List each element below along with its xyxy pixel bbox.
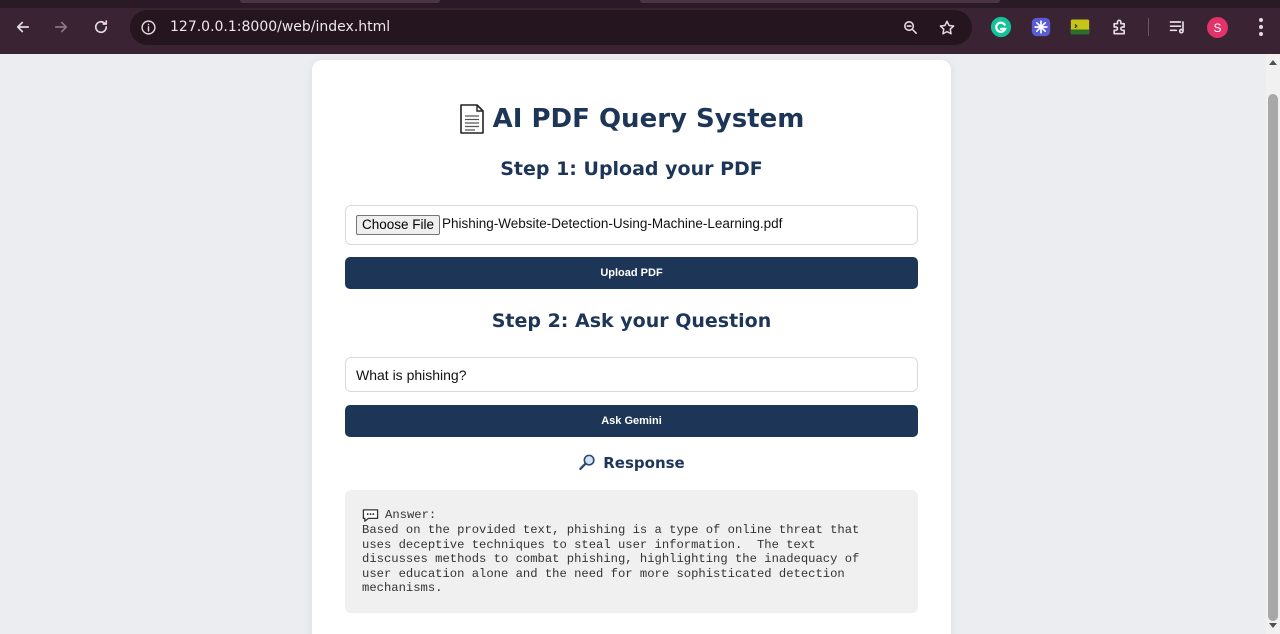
extensions-puzzle-icon[interactable] [1109,16,1131,38]
bookmark-star-icon[interactable] [936,17,957,38]
toolbar-separator [1148,18,1149,36]
ask-gemini-button[interactable]: Ask Gemini [345,405,918,437]
reload-button[interactable] [88,14,114,40]
extension-icon[interactable] [1030,16,1052,38]
main-card: AI PDF Query System Step 1: Upload your … [312,60,951,634]
tab[interactable] [640,0,1000,3]
step2-heading: Step 2: Ask your Question [491,310,772,332]
forward-button[interactable] [48,14,74,40]
avatar[interactable]: S [1207,17,1228,38]
tab[interactable] [240,0,440,3]
page-title: AI PDF Query System [312,104,951,134]
question-input[interactable] [345,357,918,392]
file-input[interactable]: Choose File Phishing-Website-Detection-U… [345,205,918,245]
response-heading-text: Response [603,453,685,472]
back-button[interactable] [10,14,36,40]
scroll-down-icon[interactable] [1269,623,1277,628]
speech-bubble-icon [362,509,379,522]
choose-file-button[interactable]: Choose File [356,215,441,235]
zoom-icon[interactable] [900,17,921,38]
answer-label: Answer: [362,508,902,523]
magnifier-icon [579,454,595,471]
document-icon [459,104,484,134]
upload-pdf-button[interactable]: Upload PDF [345,257,918,289]
info-icon[interactable] [138,17,159,38]
grammarly-icon[interactable] [990,16,1012,38]
scroll-up-icon[interactable] [1269,60,1277,65]
response-heading: Response [312,453,951,472]
media-queue-icon[interactable] [1167,16,1189,38]
answer-text: Based on the provided text, phishing is … [362,523,860,596]
forward-icon [54,21,68,33]
address-bar[interactable]: 127.0.0.1:8000/web/index.html [130,10,972,45]
answer-box: Answer: Based on the provided text, phis… [345,490,918,613]
step1-heading: Step 1: Upload your PDF [500,158,763,180]
scrollbar[interactable] [1266,54,1280,634]
selected-file-name: Phishing-Website-Detection-Using-Machine… [442,216,783,231]
title-text: AI PDF Query System [492,104,805,134]
reload-icon [94,20,108,34]
browser-toolbar: 127.0.0.1:8000/web/index.html S [0,0,1280,54]
extension-icon[interactable] [1069,16,1091,38]
menu-icon[interactable] [1252,16,1270,38]
url-text[interactable]: 127.0.0.1:8000/web/index.html [170,19,390,35]
scroll-thumb[interactable] [1268,94,1278,621]
tab-strip [0,0,1280,8]
page-viewport: AI PDF Query System Step 1: Upload your … [0,54,1266,634]
answer-label-text: Answer: [385,508,437,523]
back-icon [16,21,30,33]
